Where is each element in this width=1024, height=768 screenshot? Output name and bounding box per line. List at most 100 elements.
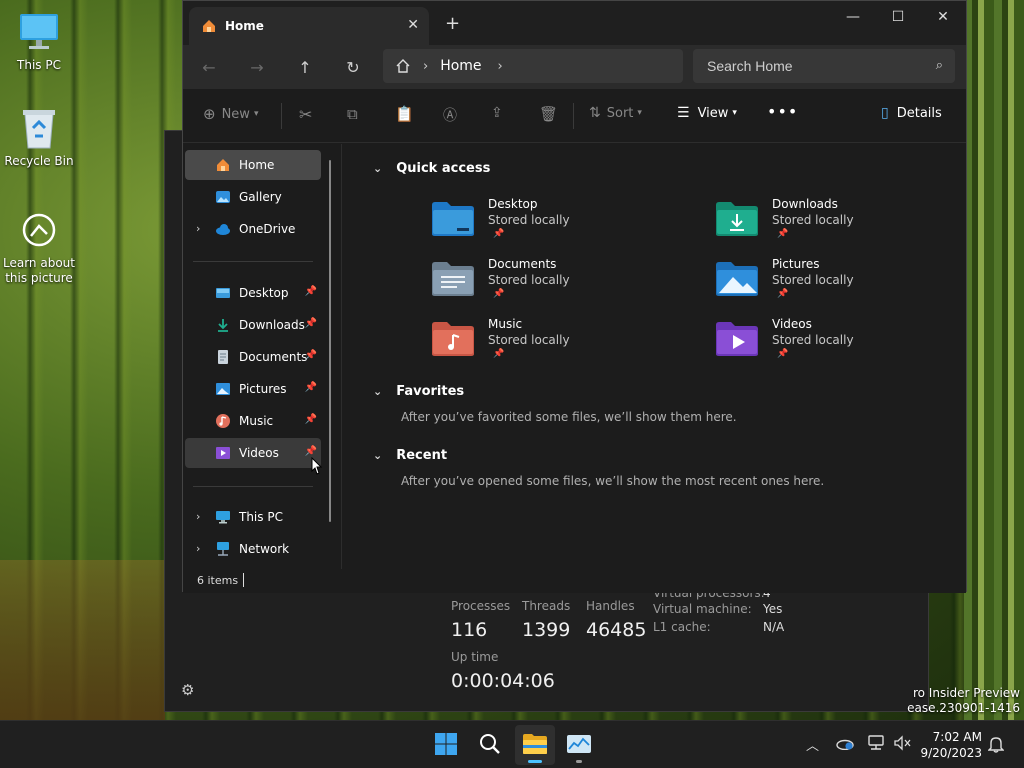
system-clock[interactable]: 7:02 AM 9/20/2023 [918,729,982,761]
delete-icon[interactable]: 🗑 [539,105,558,123]
folder-name: Downloads [772,197,838,211]
new-button[interactable]: ⊕ New ▾ [203,105,258,123]
chevron-down-icon: ▾ [732,108,737,118]
picture-icon [215,381,231,397]
pin-icon: 📌 [777,349,789,359]
quick-access-header[interactable]: ⌄ Quick access [373,161,490,176]
new-button-label: New [221,106,250,122]
desktop-icon-learn-picture[interactable]: Learn about this picture [1,208,77,286]
sidebar-item-label: Documents [239,350,308,364]
sidebar-item-onedrive[interactable]: OneDrive [185,214,321,244]
favorites-header[interactable]: ⌄ Favorites [373,384,464,399]
sidebar-item-label: Videos [239,446,279,460]
notification-bell-icon[interactable] [987,735,1005,757]
volume-muted-icon[interactable] [893,735,911,755]
sidebar-scrollbar[interactable] [329,160,331,522]
quick-access-documents[interactable]: Documents Stored locally 📌 [431,257,691,313]
handles-value: 46485 [586,619,647,641]
cut-icon[interactable]: ✂ [299,105,312,124]
rename-icon[interactable]: Ⓐ [443,105,457,125]
network-icon[interactable] [867,735,885,755]
sort-button[interactable]: ⇅ Sort ▾ [589,105,642,121]
running-indicator [576,760,582,763]
tab-home[interactable]: Home ✕ [189,7,429,45]
sidebar-item-documents[interactable]: Documents 📌 [185,342,321,372]
back-arrow-icon[interactable]: ← [195,55,223,79]
task-manager-taskbar-button[interactable] [559,725,599,765]
sidebar-item-this-pc[interactable]: This PC [185,502,321,532]
sidebar-item-downloads[interactable]: Downloads 📌 [185,310,321,340]
pin-icon[interactable]: 📌 [305,286,317,297]
more-options-icon[interactable]: ••• [767,102,798,121]
desktop-folder-icon [431,201,475,237]
sidebar-item-label: Gallery [239,190,282,204]
sidebar-item-desktop[interactable]: Desktop 📌 [185,278,321,308]
pin-icon[interactable]: 📌 [305,382,317,393]
chevron-down-icon: ⌄ [373,162,383,175]
sidebar-item-videos[interactable]: Videos 📌 [185,438,321,468]
document-folder-icon [431,261,475,297]
search-icon[interactable]: ⌕ [936,58,943,73]
status-bar: 6 items [183,569,966,593]
sidebar-item-home[interactable]: Home [185,150,321,180]
pane-divider[interactable] [341,144,342,569]
sidebar-item-label: Desktop [239,286,289,300]
desktop-icon-this-pc[interactable]: This PC [1,10,77,73]
details-button[interactable]: ▯ Details [881,105,942,121]
build-watermark: ro Insider Preview ease.230901-1416 [907,686,1020,716]
search-button[interactable] [470,725,510,765]
home-icon [215,157,231,173]
new-tab-icon[interactable]: + [445,13,460,34]
paste-icon[interactable]: 📋 [395,105,414,123]
task-manager-icon [566,733,592,758]
refresh-icon[interactable]: ↻ [339,55,367,79]
close-button[interactable]: ✕ [920,1,966,33]
quick-access-downloads[interactable]: Downloads Stored locally 📌 [715,197,975,253]
chevron-right-icon[interactable]: › [498,59,503,74]
file-explorer-taskbar-button[interactable] [515,725,555,765]
sidebar-divider [193,261,313,262]
sidebar-item-gallery[interactable]: Gallery [185,182,321,212]
search-box[interactable]: ⌕ [693,49,955,83]
desktop-icon-label: Learn about this picture [3,256,75,285]
share-icon[interactable]: ⇪ [491,105,503,121]
up-arrow-icon[interactable]: ↑ [291,55,319,79]
pin-icon: 📌 [493,229,505,239]
breadcrumb-home[interactable]: Home [440,58,481,74]
quick-access-videos[interactable]: Videos Stored locally 📌 [715,317,975,373]
copy-icon[interactable]: ⧉ [347,105,358,123]
desktop-icon-recycle-bin[interactable]: Recycle Bin [1,106,77,169]
maximize-button[interactable]: ☐ [875,1,921,33]
gear-icon[interactable]: ⚙ [181,681,194,699]
quick-access-pictures[interactable]: Pictures Stored locally 📌 [715,257,975,313]
view-button[interactable]: ☰ View ▾ [677,105,737,121]
quick-access-desktop[interactable]: Desktop Stored locally 📌 [431,197,691,253]
quick-access-music[interactable]: Music Stored locally 📌 [431,317,691,373]
chevron-up-icon[interactable]: ︿ [806,735,819,754]
search-input[interactable] [693,49,923,83]
sidebar-item-network[interactable]: Network [185,534,321,564]
pin-icon[interactable]: 📌 [305,350,317,361]
pin-icon[interactable]: 📌 [305,446,317,457]
folder-name: Documents [488,257,557,271]
document-icon [215,349,231,365]
sidebar-item-music[interactable]: Music 📌 [185,406,321,436]
forward-arrow-icon[interactable]: → [243,55,271,79]
recent-header[interactable]: ⌄ Recent [373,448,447,463]
toolbar-divider [573,103,574,129]
pin-icon[interactable]: 📌 [305,318,317,329]
address-bar[interactable]: › Home › [383,49,683,83]
title-bar[interactable]: Home ✕ + — ☐ ✕ [183,1,966,45]
monitor-icon [215,509,231,525]
start-button[interactable] [426,725,466,765]
minimize-button[interactable]: — [830,1,876,33]
desktop-icon-label: Recycle Bin [4,154,74,168]
chevron-down-icon: ▾ [253,109,259,119]
details-pane-icon: ▯ [881,105,889,121]
pin-icon[interactable]: 📌 [305,414,317,425]
file-explorer-window[interactable]: Home ✕ + — ☐ ✕ ← → ↑ ↻ › Home › ⌕ ⊕ New … [182,0,967,593]
onedrive-icon[interactable] [836,736,854,754]
sidebar-item-label: Network [239,542,290,556]
sidebar-item-pictures[interactable]: Pictures 📌 [185,374,321,404]
close-tab-icon[interactable]: ✕ [407,17,419,33]
